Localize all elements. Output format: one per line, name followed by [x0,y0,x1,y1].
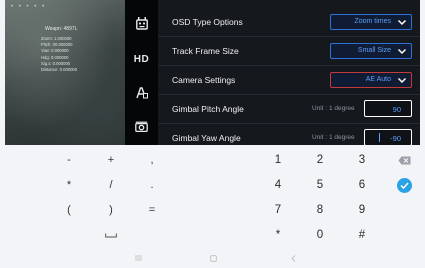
key-8[interactable]: 8 [300,198,340,222]
key-close-paren[interactable]: ) [91,198,131,222]
vehicle-name: Weapn: 4897L [45,26,78,32]
key-equals[interactable]: = [132,198,172,222]
camera-settings-value: AE Auto [365,76,391,83]
robot-button[interactable] [125,14,158,32]
chevron-down-icon [397,48,407,55]
font-settings-icon [135,87,148,99]
menu-button[interactable] [128,252,148,264]
key-period[interactable]: . [132,173,172,197]
chevron-down-icon [397,19,407,26]
checkmark-icon [396,177,412,193]
system-nav-bar [0,248,425,268]
space-icon [105,233,117,237]
numeric-keyboard: - + , 1 2 3 * / . 4 5 6 ( ) = 7 8 9 * 0 … [0,145,425,248]
camera-button[interactable] [125,117,158,135]
camera-settings-label: Camera Settings [172,75,236,85]
gimbal-pitch-unit: Unit : 1 degree [312,105,355,112]
key-multiply[interactable]: * [49,173,89,197]
hd-button[interactable]: HD [125,50,158,68]
track-frame-dropdown[interactable]: Small Size [330,43,412,59]
key-hash[interactable]: # [342,223,382,247]
app-screen: • • • • • Weapn: 4897L Zoom: 1.000000 Pi… [0,0,425,268]
osd-type-value: Zoom times [354,18,391,25]
gimbal-yaw-unit: Unit : 1 degree [312,134,355,141]
gimbal-pitch-row: Gimbal Pitch Angle Unit : 1 degree 90 [158,95,420,124]
key-minus[interactable]: - [49,148,89,172]
key-5[interactable]: 5 [300,173,340,197]
side-toolbar: HD [125,0,158,145]
hd-icon: HD [133,53,150,65]
telemetry-readout: Zoom: 1.000000 Pitch: 00.000000 Yaw: 0.0… [41,36,78,73]
osd-type-row: OSD Type Options Zoom times [158,8,420,37]
camera-settings-dropdown[interactable]: AE Auto [330,72,412,88]
key-3[interactable]: 3 [342,148,382,172]
key-open-paren[interactable]: ( [49,198,89,222]
gimbal-pitch-label: Gimbal Pitch Angle [172,104,244,114]
done-button[interactable] [384,173,424,197]
camera-icon [135,121,148,132]
key-4[interactable]: 4 [258,173,298,197]
track-frame-label: Track Frame Size [172,46,239,56]
gimbal-yaw-input[interactable]: -90 [364,129,412,146]
key-comma[interactable]: , [132,148,172,172]
track-frame-value: Small Size [357,47,391,54]
chevron-down-icon [397,77,407,84]
home-icon [209,254,217,262]
key-divide[interactable]: / [91,173,131,197]
space-button[interactable] [91,223,131,247]
camera-preview[interactable]: • • • • • Weapn: 4897L Zoom: 1.000000 Pi… [5,0,125,145]
backspace-button[interactable] [384,148,424,172]
font-settings-button[interactable] [125,84,158,102]
key-2[interactable]: 2 [300,148,340,172]
osd-type-label: OSD Type Options [172,17,243,27]
key-0[interactable]: 0 [300,223,340,247]
key-9[interactable]: 9 [342,198,382,222]
osd-type-dropdown[interactable]: Zoom times [330,14,412,30]
home-button[interactable] [203,252,223,264]
key-plus[interactable]: + [91,148,131,172]
gimbal-pitch-value: 90 [392,104,401,114]
back-button[interactable] [283,252,303,264]
preview-status-dots: • • • • • [11,4,47,10]
back-icon [290,254,295,262]
gimbal-yaw-label: Gimbal Yaw Angle [172,133,241,143]
gimbal-yaw-value: -90 [390,133,401,143]
backspace-icon [398,156,410,164]
gimbal-pitch-input[interactable]: 90 [364,100,412,117]
settings-panel: OSD Type Options Zoom times Track Frame … [158,0,420,146]
key-1[interactable]: 1 [258,148,298,172]
camera-settings-row: Camera Settings AE Auto [158,66,420,95]
robot-icon [135,16,148,30]
key-star[interactable]: * [258,223,298,247]
key-7[interactable]: 7 [258,198,298,222]
text-cursor [379,133,380,142]
menu-icon [134,255,142,261]
track-frame-row: Track Frame Size Small Size [158,37,420,66]
key-6[interactable]: 6 [342,173,382,197]
